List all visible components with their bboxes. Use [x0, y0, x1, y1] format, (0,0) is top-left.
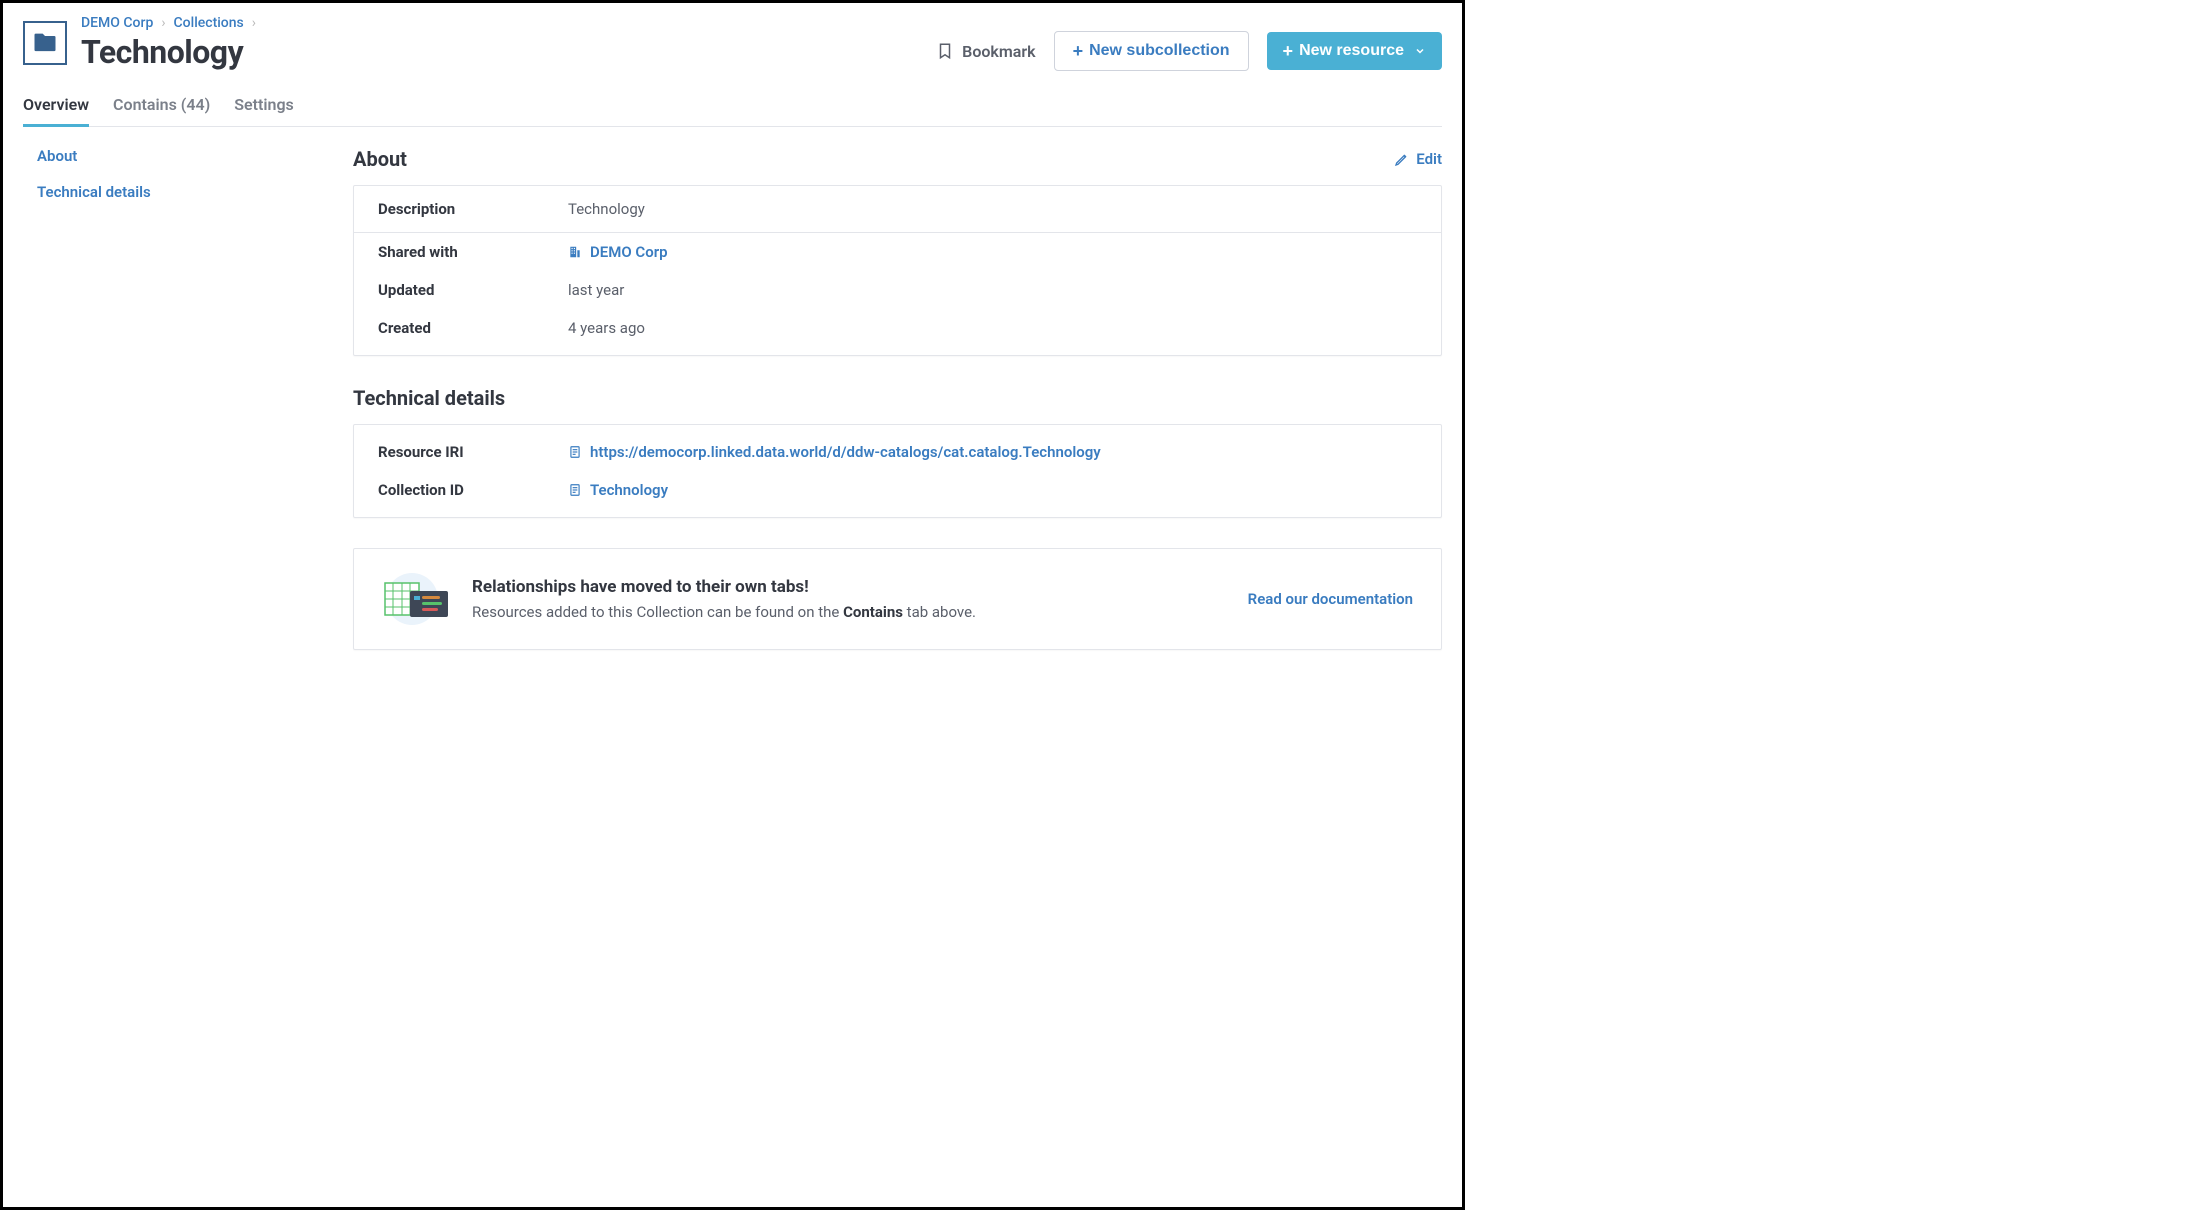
plus-icon: +	[1283, 42, 1294, 60]
sidebar-item-technical[interactable]: Technical details	[37, 183, 313, 201]
banner-sub-suffix: tab above.	[903, 603, 976, 621]
technical-heading: Technical details	[353, 386, 505, 410]
document-icon	[568, 444, 582, 460]
chevron-right-icon: ›	[161, 15, 165, 31]
document-icon	[568, 482, 582, 498]
breadcrumb-section[interactable]: Collections	[174, 15, 244, 31]
header-actions: Bookmark + New subcollection + New resou…	[936, 31, 1442, 71]
plus-icon: +	[1073, 42, 1084, 60]
tab-contains[interactable]: Contains (44)	[113, 95, 210, 126]
pencil-icon	[1394, 151, 1410, 167]
about-heading: About	[353, 147, 407, 171]
edit-label: Edit	[1416, 150, 1442, 168]
sidebar: About Technical details	[23, 147, 313, 680]
shared-label: Shared with	[378, 243, 568, 261]
description-value: Technology	[568, 200, 645, 218]
created-label: Created	[378, 319, 568, 337]
new-subcollection-button[interactable]: + New subcollection	[1054, 31, 1249, 71]
bookmark-icon	[936, 40, 954, 62]
updated-value: last year	[568, 281, 624, 299]
breadcrumb: DEMO Corp › Collections ›	[81, 15, 256, 31]
row-updated: Updated last year	[354, 271, 1441, 309]
page-header: DEMO Corp › Collections › Technology Boo…	[23, 11, 1442, 95]
tab-overview[interactable]: Overview	[23, 95, 89, 127]
new-resource-button[interactable]: + New resource	[1267, 32, 1442, 70]
new-resource-label: New resource	[1299, 42, 1404, 60]
technical-section-head: Technical details	[353, 386, 1442, 410]
created-value: 4 years ago	[568, 319, 645, 337]
folder-icon	[23, 21, 67, 65]
about-card: Description Technology Shared with DEMO …	[353, 185, 1442, 356]
about-section-head: About Edit	[353, 147, 1442, 171]
chevron-down-icon	[1414, 45, 1426, 57]
row-resource-iri: Resource IRI https://democorp.linked.dat…	[354, 425, 1441, 471]
banner-sub-prefix: Resources added to this Collection can b…	[472, 603, 843, 621]
banner-left: Relationships have moved to their own ta…	[382, 571, 1224, 627]
bookmark-button[interactable]: Bookmark	[936, 40, 1035, 62]
content: About Edit Description Technology Shared…	[353, 147, 1442, 680]
banner-text: Relationships have moved to their own ta…	[472, 577, 976, 621]
new-subcollection-label: New subcollection	[1089, 42, 1229, 60]
relationships-banner: Relationships have moved to their own ta…	[353, 548, 1442, 650]
sidebar-item-about[interactable]: About	[37, 147, 313, 165]
resource-iri-link[interactable]: https://democorp.linked.data.world/d/ddw…	[590, 443, 1101, 461]
collection-id-link[interactable]: Technology	[590, 481, 668, 499]
description-label: Description	[378, 200, 568, 218]
row-created: Created 4 years ago	[354, 309, 1441, 355]
iri-label: Resource IRI	[378, 443, 568, 461]
tabs: Overview Contains (44) Settings	[23, 95, 1442, 127]
shared-with-link[interactable]: DEMO Corp	[590, 243, 668, 261]
banner-subtitle: Resources added to this Collection can b…	[472, 603, 976, 621]
technical-card: Resource IRI https://democorp.linked.dat…	[353, 424, 1442, 518]
bookmark-label: Bookmark	[962, 42, 1035, 61]
header-left: DEMO Corp › Collections › Technology	[23, 15, 256, 71]
tab-settings[interactable]: Settings	[234, 95, 294, 126]
page-title: Technology	[81, 33, 256, 71]
row-description: Description Technology	[354, 186, 1441, 232]
title-block: DEMO Corp › Collections › Technology	[81, 15, 256, 71]
updated-label: Updated	[378, 281, 568, 299]
read-documentation-link[interactable]: Read our documentation	[1248, 590, 1413, 608]
row-shared-with: Shared with DEMO Corp	[354, 233, 1441, 271]
colid-value: Technology	[568, 481, 668, 499]
banner-title: Relationships have moved to their own ta…	[472, 577, 976, 597]
body: About Technical details About Edit Descr…	[23, 127, 1442, 680]
iri-value: https://democorp.linked.data.world/d/ddw…	[568, 443, 1101, 461]
breadcrumb-org[interactable]: DEMO Corp	[81, 15, 153, 31]
colid-label: Collection ID	[378, 481, 568, 499]
edit-button[interactable]: Edit	[1394, 150, 1442, 168]
relationships-icon	[382, 571, 452, 627]
shared-value: DEMO Corp	[568, 243, 668, 261]
banner-sub-bold: Contains	[843, 603, 903, 621]
chevron-right-icon: ›	[252, 15, 256, 31]
building-icon	[568, 245, 582, 259]
row-collection-id: Collection ID Technology	[354, 471, 1441, 517]
